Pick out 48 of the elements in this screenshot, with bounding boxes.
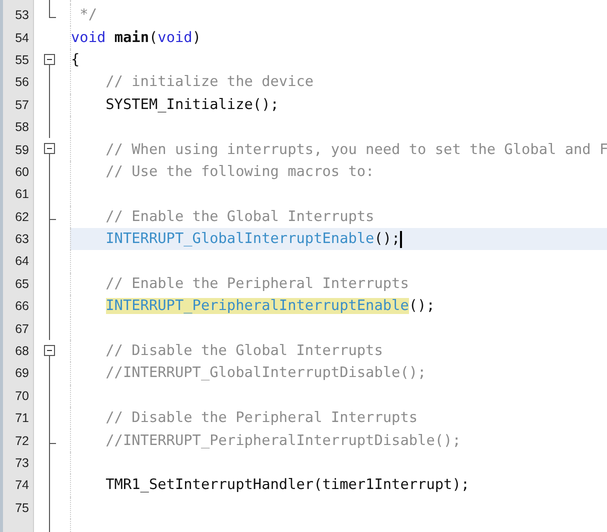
code-comment: // Enable the Global Interrupts <box>106 208 374 225</box>
collapse-toggle[interactable] <box>44 54 55 65</box>
code-text: { <box>71 52 80 68</box>
code-text: ) <box>192 30 201 46</box>
line-number: 74 <box>15 478 29 492</box>
line-number: 62 <box>15 210 29 224</box>
code-comment: //INTERRUPT_GlobalInterruptDisable(); <box>106 365 426 382</box>
line-number: 55 <box>15 52 29 67</box>
line-number: 70 <box>15 388 29 403</box>
line-number: 64 <box>15 254 29 268</box>
code-text: TMR1_SetInterruptHandler(timer1Interrupt); <box>106 477 470 494</box>
line-number: 73 <box>15 456 29 470</box>
code-text: (); <box>408 298 435 314</box>
collapse-toggle[interactable] <box>44 344 55 356</box>
line-number: 63 <box>15 232 29 246</box>
keyword-text: void <box>71 30 107 46</box>
line-number: 58 <box>15 120 29 134</box>
line-number: 68 <box>15 344 29 358</box>
line-number: 71 <box>15 411 29 426</box>
code-comment: // Enable the Peripheral Interrupts <box>106 276 409 292</box>
keyword-text: void <box>158 30 192 46</box>
line-number: 56 <box>15 75 29 90</box>
code-text: SYSTEM_Initialize(); <box>106 96 279 113</box>
search-match: INTERRUPT_PeripheralInterruptEnable <box>106 298 409 314</box>
code-comment: */ <box>78 7 97 24</box>
code-comment: // initialize the device <box>106 74 314 90</box>
code-comment: //INTERRUPT_PeripheralInterruptDisable(); <box>106 432 461 449</box>
line-number: 61 <box>15 187 29 202</box>
line-number: 54 <box>15 30 29 45</box>
line-number: 67 <box>15 322 29 336</box>
line-number: 65 <box>15 276 29 291</box>
code-comment: // Use the following macros to: <box>106 164 374 180</box>
line-number: 57 <box>15 98 29 112</box>
code-text: (); <box>374 231 400 248</box>
collapse-toggle[interactable] <box>44 143 55 154</box>
code-comment: // Disable the Peripheral Interrupts <box>106 410 418 426</box>
code-comment: // Disable the Global Interrupts <box>106 343 383 360</box>
line-number: 66 <box>15 299 29 314</box>
line-number: 59 <box>15 142 29 157</box>
line-number: 60 <box>15 164 29 179</box>
line-number: 69 <box>15 366 29 380</box>
line-number: 72 <box>15 434 29 448</box>
line-number: 53 <box>15 8 29 22</box>
code-text: ( <box>148 30 158 46</box>
macro-call: INTERRUPT_GlobalInterruptEnable <box>106 231 374 248</box>
function-name: main <box>114 30 149 46</box>
line-number: 75 <box>15 500 29 515</box>
code-comment: // When using interrupts, you need to set the Global and F <box>106 142 607 158</box>
